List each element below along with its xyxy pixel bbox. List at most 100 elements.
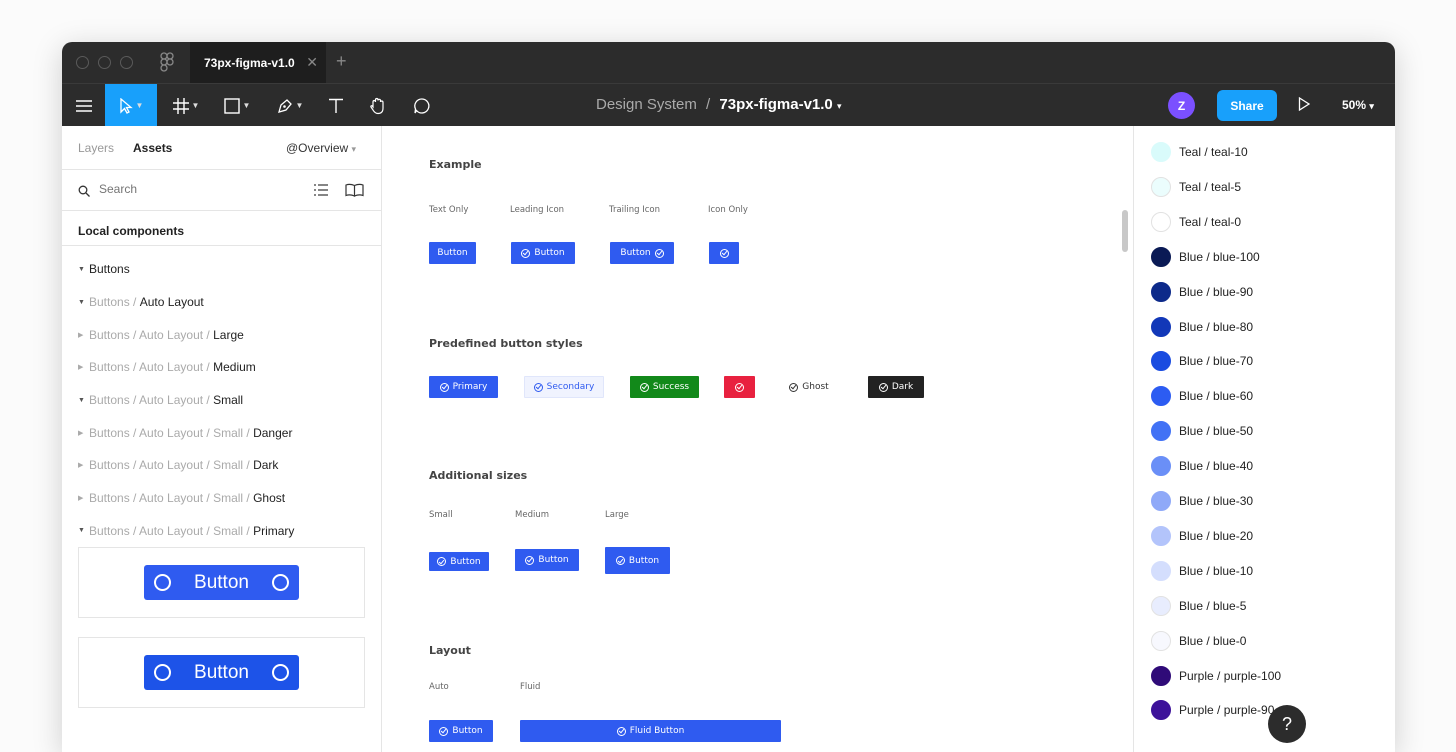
component-tree-item[interactable]: ▶ Buttons / Auto Layout / Small / Ghost [62,482,381,515]
caret-down-icon[interactable]: ▼ [78,266,89,273]
color-style-item[interactable]: Purple / purple-90 [1151,700,1275,721]
figma-logo-icon[interactable] [160,52,174,72]
color-style-item[interactable]: Blue / blue-100 [1151,246,1260,267]
breadcrumb-project[interactable]: Design System [596,96,697,113]
button-auto[interactable]: Button [429,720,493,742]
maximize-window-button[interactable] [120,56,133,69]
breadcrumb-file[interactable]: 73px-figma-v1.0 [719,96,832,113]
color-style-item[interactable]: Blue / blue-70 [1151,351,1253,372]
button-danger[interactable] [724,376,755,398]
button-small[interactable]: Button [429,552,489,571]
color-style-item[interactable]: Blue / blue-50 [1151,421,1254,442]
caret-right-icon[interactable]: ▶ [78,363,89,371]
new-tab-icon[interactable]: + [336,51,347,72]
search-input[interactable] [99,182,259,196]
chevron-down-icon[interactable]: ▾ [837,101,842,111]
color-style-name: Purple / purple-90 [1179,703,1275,718]
label-small: Small [429,510,453,520]
component-tree-item[interactable]: ▼ Buttons / Auto Layout / Small / Primary [62,515,381,548]
color-style-item[interactable]: Blue / blue-10 [1151,560,1253,581]
color-style-item[interactable]: Teal / teal-5 [1151,176,1241,197]
frame-tool-icon[interactable]: ▼ [166,84,206,127]
zoom-dropdown[interactable]: 50% ▾ [1342,98,1374,112]
comment-tool-icon[interactable] [409,84,435,127]
color-style-item[interactable]: Blue / blue-40 [1151,456,1253,477]
component-name: Danger [253,425,293,440]
canvas-scrollbar[interactable] [1122,210,1128,252]
button-ghost[interactable]: Ghost [784,376,834,398]
component-path-prefix: Buttons / Auto Layout / Small / [89,458,254,473]
list-view-icon[interactable] [314,184,328,196]
color-swatch [1151,630,1171,651]
color-style-item[interactable]: Blue / blue-90 [1151,281,1253,302]
component-tree-item[interactable]: ▶ Buttons / Auto Layout / Medium [62,351,381,384]
color-style-item[interactable]: Blue / blue-80 [1151,316,1253,337]
file-tab-title: 73px-figma-v1.0 [204,55,295,70]
library-book-icon[interactable] [345,183,364,197]
button-secondary[interactable]: Secondary [524,376,604,398]
button-primary[interactable]: Primary [429,376,498,398]
component-preview[interactable]: Button [78,637,365,709]
tab-layers[interactable]: Layers [78,141,114,155]
preview-button-label: Button [194,661,249,683]
component-tree-item[interactable]: ▼ Buttons [62,253,381,286]
button-icon-only[interactable] [709,242,739,264]
text-tool-icon[interactable] [323,84,349,127]
color-style-item[interactable]: Blue / blue-0 [1151,630,1246,651]
caret-down-icon[interactable]: ▼ [78,397,89,404]
avatar[interactable]: Z [1168,92,1195,119]
caret-right-icon[interactable]: ▶ [78,461,89,469]
hand-tool-icon[interactable] [365,84,391,127]
shape-tool-icon[interactable]: ▼ [217,84,257,127]
component-preview[interactable]: Button [78,547,365,619]
button-dark[interactable]: Dark [868,376,924,398]
component-tree-item[interactable]: ▼ Buttons / Auto Layout / Small [62,384,381,417]
present-play-icon[interactable] [1298,97,1310,111]
tab-assets[interactable]: Assets [133,141,172,155]
button-large[interactable]: Button [605,547,670,574]
move-tool-icon[interactable]: ▼ [105,84,157,127]
button-success[interactable]: Success [630,376,699,398]
color-style-item[interactable]: Teal / teal-10 [1151,142,1248,162]
color-style-name: Blue / blue-50 [1179,424,1254,439]
color-style-item[interactable]: Blue / blue-20 [1151,525,1253,546]
component-tree-item[interactable]: ▶ Buttons / Auto Layout / Small / Danger [62,416,381,449]
button-medium[interactable]: Button [515,549,579,571]
design-canvas[interactable]: Example Text Only Leading Icon Trailing … [382,126,1133,752]
section-title-example: Example [429,158,482,171]
caret-right-icon[interactable]: ▶ [78,429,89,437]
color-style-item[interactable]: Blue / blue-60 [1151,386,1253,407]
caret-down-icon[interactable]: ▼ [78,527,89,534]
page-selector[interactable]: @Overview ▾ [286,141,356,155]
color-swatch [1151,386,1171,407]
button-trailing-icon[interactable]: Button [610,242,674,264]
color-swatch [1151,421,1171,442]
main-menu-icon[interactable] [62,84,105,127]
caret-right-icon[interactable]: ▶ [78,494,89,502]
file-tab[interactable]: 73px-figma-v1.0 ✕ [190,42,326,83]
button-text-only[interactable]: Button [429,242,476,264]
caret-right-icon[interactable]: ▶ [78,331,89,339]
component-tree-item[interactable]: ▶ Buttons / Auto Layout / Small / Dark [62,449,381,482]
color-style-item[interactable]: Blue / blue-5 [1151,595,1246,616]
color-style-item[interactable]: Purple / purple-100 [1151,665,1281,686]
close-window-button[interactable] [76,56,89,69]
component-tree-item[interactable]: ▼ Buttons / Auto Layout [62,286,381,319]
button-label: Success [652,382,690,392]
check-circle-icon [533,382,543,392]
component-tree-item[interactable]: ▶ Buttons / Auto Layout / Large [62,318,381,351]
button-fluid[interactable]: Fluid Button [520,720,781,742]
component-name: Primary [253,523,295,538]
close-tab-icon[interactable]: ✕ [306,54,318,71]
minimize-window-button[interactable] [98,56,111,69]
color-style-item[interactable]: Teal / teal-0 [1151,211,1241,232]
share-button[interactable]: Share [1217,90,1277,121]
circle-icon [154,574,171,592]
pen-tool-icon[interactable]: ▼ [270,84,310,127]
button-leading-icon[interactable]: Button [511,242,575,264]
component-path-prefix: Buttons / Auto Layout / Small / [89,425,254,440]
color-style-item[interactable]: Blue / blue-30 [1151,491,1253,511]
help-button[interactable]: ? [1268,705,1306,743]
caret-down-icon[interactable]: ▼ [78,299,89,306]
check-circle-icon [654,248,664,258]
